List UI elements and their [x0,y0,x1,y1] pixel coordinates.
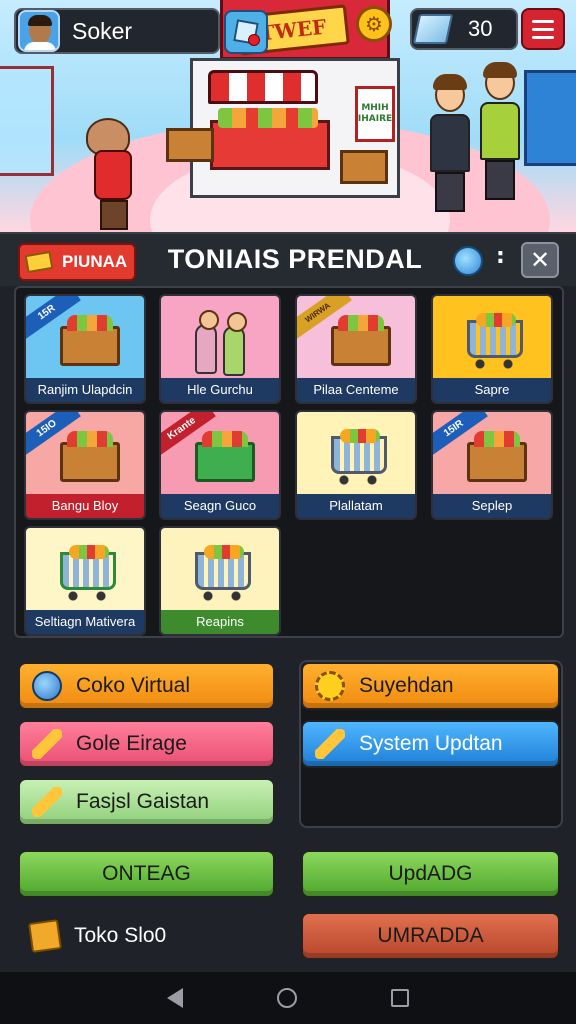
toko-sloo-button[interactable]: Toko Slo0 [18,912,275,960]
card-label: Plallatam [297,494,415,518]
gear-icon [315,671,345,701]
left-display-case [0,66,54,176]
produce-crate [166,128,214,162]
help-icon[interactable] [453,246,483,276]
store-panel: PIUNAA TONIAIS PRENDAL : ✕ 15R Ranjim Ul… [0,232,576,972]
store-card-4[interactable]: 15IO Bangu Bloy [24,410,146,520]
shelf-cart-icon [297,412,415,494]
vegetable-crate [340,150,388,184]
gem-count: 30 [468,16,493,41]
store-card-5[interactable]: Krante Seagn Guco [159,410,281,520]
coko-virtual-label: Coko Virtual [76,674,191,697]
coko-virtual-button[interactable]: Coko Virtual [18,662,275,710]
gear-icon[interactable]: ⚙ [356,6,392,42]
card-label: Ranjim Ulapdcin [26,378,144,402]
panel-header: PIUNAA TONIAIS PRENDAL : ✕ [0,232,576,286]
player-profile[interactable]: Soker [14,8,220,54]
more-options[interactable]: : [496,244,505,269]
updadg-button[interactable]: UpdADG [301,850,560,898]
store-item-grid: 15R Ranjim Ulapdcin Hle Gurchu WIRWA Pil… [14,286,564,638]
coin-icon [32,671,62,701]
pencil-icon [315,729,345,759]
system-nav-bar [0,972,576,1024]
child-character [94,150,134,232]
suyehdan-label: Suyehdan [359,674,454,697]
shopkeeper-green-character[interactable] [480,62,520,200]
card-label: Pilaa Centeme [297,378,415,402]
umradda-label: UMRADDA [377,924,484,947]
onteag-button[interactable]: ONTEAG [18,850,275,898]
store-card-8[interactable]: Seltiagn Mativera [24,526,146,636]
suyehdan-button[interactable]: Suyehdan [301,662,560,710]
stall-produce [218,108,318,128]
panel-title: TONIAIS PRENDAL [167,244,423,274]
close-button[interactable]: ✕ [521,242,559,278]
store-card-7[interactable]: 15IR Seplep [431,410,553,520]
recent-apps-icon[interactable] [391,989,409,1007]
toko-sloo-label: Toko Slo0 [74,924,167,947]
shopping-cart-icon [161,528,279,610]
store-card-2[interactable]: WIRWA Pilaa Centeme [295,294,417,404]
fasjsl-gaistan-button[interactable]: Fasjsl Gaistan [18,778,275,826]
avatar[interactable] [18,10,60,52]
store-card-3[interactable]: Sapre [431,294,553,404]
card-label: Sapre [433,378,551,402]
card-label: Seltiagn Mativera [26,610,144,634]
fruit-basket-icon [26,528,144,610]
cart-produce-icon [433,296,551,378]
menu-button[interactable] [521,8,565,50]
home-icon[interactable] [277,988,297,1008]
ticket-icon [24,250,54,274]
pencil-icon [32,729,62,759]
updadg-label: UpdADG [388,862,473,885]
system-updtan-label: System Updtan [359,732,503,755]
card-label: Bangu Bloy [26,494,144,518]
category-tab-button[interactable]: PIUNAA [18,243,136,281]
umradda-button[interactable]: UMRADDA [301,912,560,960]
gole-eirage-button[interactable]: Gole Eirage [18,720,275,768]
onteag-label: ONTEAG [102,862,191,885]
card-label: Seplep [433,494,551,518]
stall-poster: MHIH IHAIRE [355,86,395,142]
card-label: Reapins [161,610,279,634]
back-icon[interactable] [167,988,183,1008]
fasjsl-gaistan-label: Fasjsl Gaistan [76,790,210,813]
gole-eirage-label: Gole Eirage [76,732,187,755]
system-updtan-button[interactable]: System Updtan [301,720,560,768]
store-card-0[interactable]: 15R Ranjim Ulapdcin [24,294,146,404]
player-name: Soker [72,17,133,44]
box-icon [28,919,62,953]
pencil-icon [32,787,62,817]
gem-icon [412,14,454,44]
card-label: Seagn Guco [161,494,279,518]
category-tab-label: PIUNAA [62,252,128,271]
store-card-9[interactable]: Reapins [159,526,281,636]
store-card-1[interactable]: Hle Gurchu [159,294,281,404]
shopkeeper-suit-character[interactable] [430,74,470,212]
right-fruit-stand [524,70,576,166]
card-label: Hle Gurchu [161,378,279,402]
shoppers-icon [161,296,279,378]
inventory-button[interactable] [224,10,268,54]
gem-counter[interactable]: 30 [410,8,518,50]
stall-awning [208,70,318,104]
notification-dot [248,34,260,46]
store-card-6[interactable]: Plallatam [295,410,417,520]
